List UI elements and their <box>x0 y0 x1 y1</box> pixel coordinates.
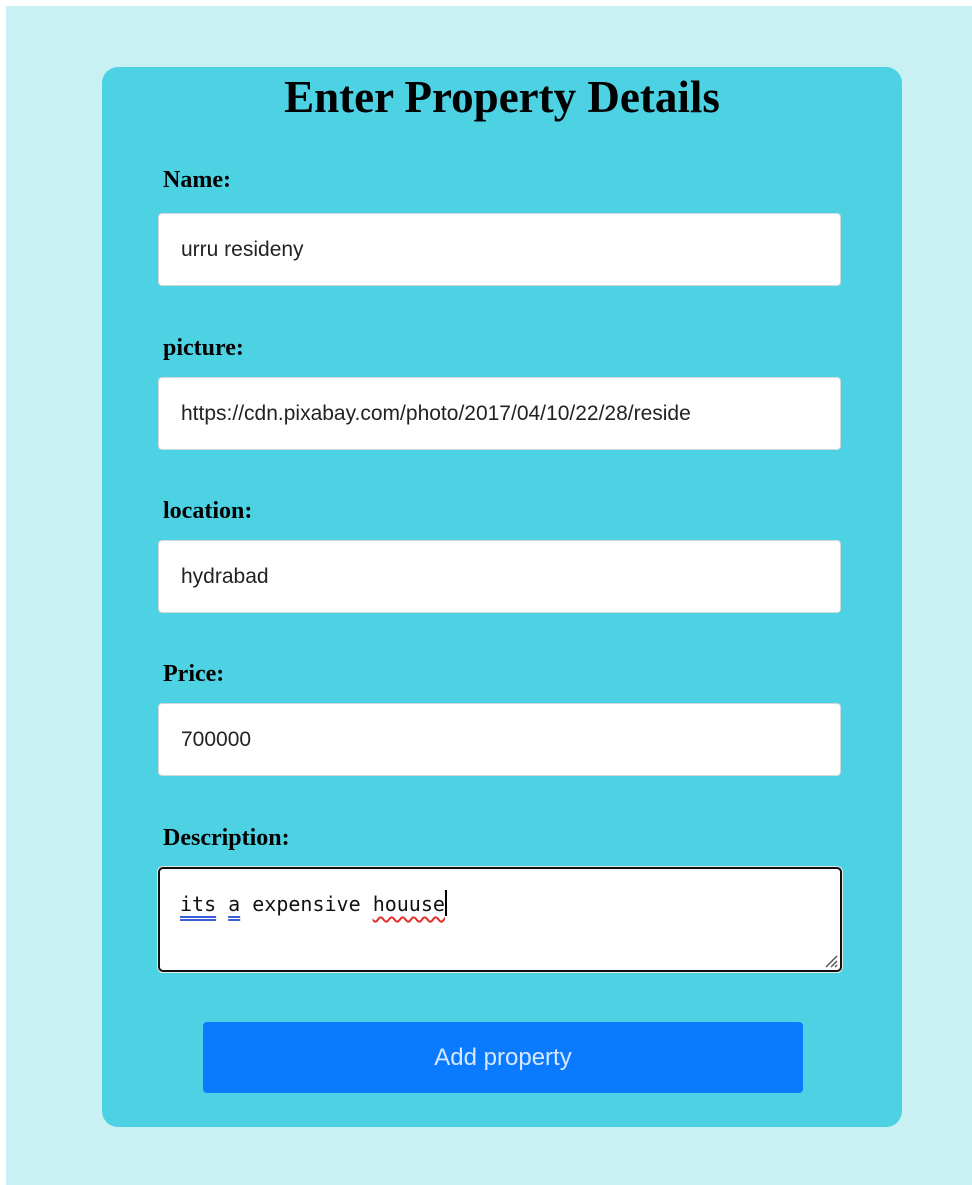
location-label: location: <box>163 498 253 524</box>
name-label: Name: <box>163 167 231 193</box>
price-label: Price: <box>163 661 225 687</box>
add-property-button[interactable]: Add property <box>203 1022 803 1093</box>
description-text: its a expensive houuse <box>180 889 447 919</box>
resize-handle-icon[interactable] <box>822 952 838 968</box>
price-input[interactable] <box>158 703 841 776</box>
picture-url-input[interactable] <box>158 377 841 450</box>
description-word-expensive: expensive <box>252 892 361 916</box>
form-title: Enter Property Details <box>284 72 720 122</box>
description-textarea[interactable]: its a expensive houuse <box>158 867 842 972</box>
text-cursor <box>444 890 447 916</box>
description-word-houuse: houuse <box>372 892 445 916</box>
picture-label: picture: <box>163 335 244 361</box>
description-label: Description: <box>163 825 290 851</box>
location-input[interactable] <box>158 540 841 613</box>
name-input[interactable] <box>158 213 841 286</box>
description-word-its: its <box>180 892 217 916</box>
description-word-a: a <box>228 892 241 916</box>
